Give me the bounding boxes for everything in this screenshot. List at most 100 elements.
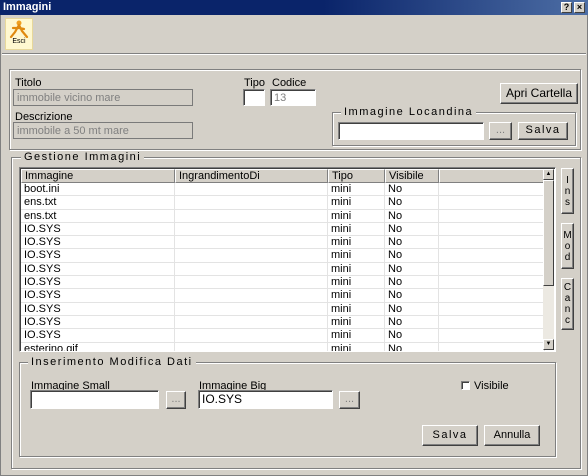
canc-char: a bbox=[564, 293, 571, 304]
cell-tipo: mini bbox=[328, 249, 385, 262]
cell-ingrandimento bbox=[175, 209, 328, 222]
visibile-checkbox[interactable] bbox=[461, 381, 470, 390]
table-row[interactable]: ens.txt mini No bbox=[21, 209, 546, 223]
cell-filler bbox=[439, 289, 545, 302]
cell-immagine: IO.SYS bbox=[21, 329, 175, 342]
scroll-thumb[interactable] bbox=[543, 180, 554, 286]
col-header-filler bbox=[439, 169, 545, 183]
cell-immagine: IO.SYS bbox=[21, 249, 175, 262]
big-field[interactable]: IO.SYS bbox=[198, 390, 333, 409]
cell-filler bbox=[439, 222, 545, 236]
cell-visibile: No bbox=[385, 209, 439, 222]
apri-cartella-button[interactable]: Apri Cartella bbox=[500, 83, 578, 104]
cell-visibile: No bbox=[385, 289, 439, 302]
cell-tipo: mini bbox=[328, 289, 385, 302]
close-button[interactable]: × bbox=[574, 2, 585, 13]
cell-immagine: IO.SYS bbox=[21, 262, 175, 276]
visibile-label: Visibile bbox=[474, 380, 509, 392]
table-row[interactable]: esterino.gif mini No bbox=[21, 342, 546, 351]
cell-visibile: No bbox=[385, 196, 439, 209]
cell-immagine: esterino.gif bbox=[21, 342, 175, 351]
locandina-browse-button[interactable]: ... bbox=[489, 122, 512, 140]
mod-char: d bbox=[564, 251, 571, 263]
titolo-label: Titolo bbox=[15, 77, 42, 89]
table-row[interactable]: IO.SYS mini No bbox=[21, 315, 546, 330]
annulla-button[interactable]: Annulla bbox=[484, 425, 540, 446]
table-row[interactable]: IO.SYS mini No bbox=[21, 249, 546, 263]
help-button[interactable]: ? bbox=[561, 2, 572, 13]
cell-ingrandimento bbox=[175, 236, 328, 249]
table-row[interactable]: IO.SYS mini No bbox=[21, 222, 546, 237]
cell-filler bbox=[439, 315, 545, 329]
toolbar-separator bbox=[2, 53, 586, 55]
table-row[interactable]: IO.SYS mini No bbox=[21, 289, 546, 303]
tipo-label: Tipo bbox=[244, 77, 265, 89]
table-row[interactable]: IO.SYS mini No bbox=[21, 262, 546, 277]
tipo-field[interactable] bbox=[243, 89, 265, 106]
cell-ingrandimento bbox=[175, 302, 328, 315]
cell-visibile: No bbox=[385, 249, 439, 262]
cell-immagine: boot.ini bbox=[21, 183, 175, 196]
locandina-field[interactable] bbox=[338, 122, 484, 140]
small-field[interactable] bbox=[30, 390, 159, 409]
images-grid[interactable]: Immagine IngrandimentoDi Tipo Visibile b… bbox=[19, 167, 556, 352]
ins-char: n bbox=[564, 185, 571, 197]
table-row[interactable]: IO.SYS mini No bbox=[21, 236, 546, 250]
cell-filler bbox=[439, 183, 545, 196]
scroll-down-icon[interactable]: ▼ bbox=[543, 339, 554, 350]
col-header-tipo[interactable]: Tipo bbox=[328, 169, 385, 183]
canc-char: n bbox=[564, 304, 571, 315]
mod-char: M bbox=[563, 229, 572, 241]
cell-tipo: mini bbox=[328, 329, 385, 342]
cell-visibile: No bbox=[385, 183, 439, 196]
table-row[interactable]: IO.SYS mini No bbox=[21, 329, 546, 343]
cell-filler bbox=[439, 209, 545, 222]
exit-icon bbox=[9, 20, 29, 38]
grid-body: boot.ini mini No ens.txt mini No ens.txt mini No… bbox=[21, 183, 546, 351]
locandina-salva-button[interactable]: Salva bbox=[518, 122, 568, 140]
cell-filler bbox=[439, 196, 545, 209]
ins-button[interactable]: I n s bbox=[561, 168, 574, 214]
col-header-immagine[interactable]: Immagine bbox=[21, 169, 175, 183]
scroll-up-icon[interactable]: ▲ bbox=[543, 169, 554, 180]
salva-button[interactable]: Salva bbox=[422, 425, 478, 446]
canc-char: c bbox=[565, 315, 570, 326]
window-titlebar: Immagini bbox=[0, 0, 588, 15]
cell-ingrandimento bbox=[175, 315, 328, 329]
cell-visibile: No bbox=[385, 342, 439, 351]
cell-tipo: mini bbox=[328, 262, 385, 276]
table-row[interactable]: boot.ini mini No bbox=[21, 183, 546, 197]
mod-button[interactable]: M o d bbox=[561, 223, 574, 269]
cell-immagine: ens.txt bbox=[21, 196, 175, 209]
ins-char: I bbox=[566, 174, 569, 186]
cell-filler bbox=[439, 236, 545, 249]
cell-visibile: No bbox=[385, 302, 439, 315]
col-header-ingrandimento[interactable]: IngrandimentoDi bbox=[175, 169, 328, 183]
cell-visibile: No bbox=[385, 222, 439, 236]
cell-immagine: IO.SYS bbox=[21, 276, 175, 289]
cell-ingrandimento bbox=[175, 329, 328, 342]
mod-char: o bbox=[564, 240, 571, 252]
canc-button[interactable]: C a n c bbox=[561, 278, 574, 330]
table-row[interactable]: ens.txt mini No bbox=[21, 196, 546, 210]
descrizione-field[interactable]: immobile a 50 mt mare bbox=[13, 122, 193, 139]
cell-tipo: mini bbox=[328, 209, 385, 222]
cell-immagine: IO.SYS bbox=[21, 222, 175, 236]
cell-ingrandimento bbox=[175, 183, 328, 196]
table-row[interactable]: IO.SYS mini No bbox=[21, 276, 546, 290]
inserimento-legend: Inserimento Modifica Dati bbox=[28, 356, 196, 368]
cell-visibile: No bbox=[385, 262, 439, 276]
big-browse-button[interactable]: ... bbox=[339, 391, 360, 409]
col-header-visibile[interactable]: Visibile bbox=[385, 169, 439, 183]
cell-ingrandimento bbox=[175, 289, 328, 302]
cell-ingrandimento bbox=[175, 249, 328, 262]
titolo-field[interactable]: immobile vicino mare bbox=[13, 89, 193, 106]
ins-char: s bbox=[565, 196, 570, 208]
grid-vscrollbar[interactable]: ▲ ▼ bbox=[543, 169, 554, 350]
cell-tipo: mini bbox=[328, 276, 385, 289]
codice-field[interactable]: 13 bbox=[270, 89, 316, 106]
esci-button[interactable]: Esci bbox=[5, 18, 33, 50]
cell-visibile: No bbox=[385, 276, 439, 289]
small-browse-button[interactable]: ... bbox=[166, 391, 186, 409]
table-row[interactable]: IO.SYS mini No bbox=[21, 302, 546, 316]
